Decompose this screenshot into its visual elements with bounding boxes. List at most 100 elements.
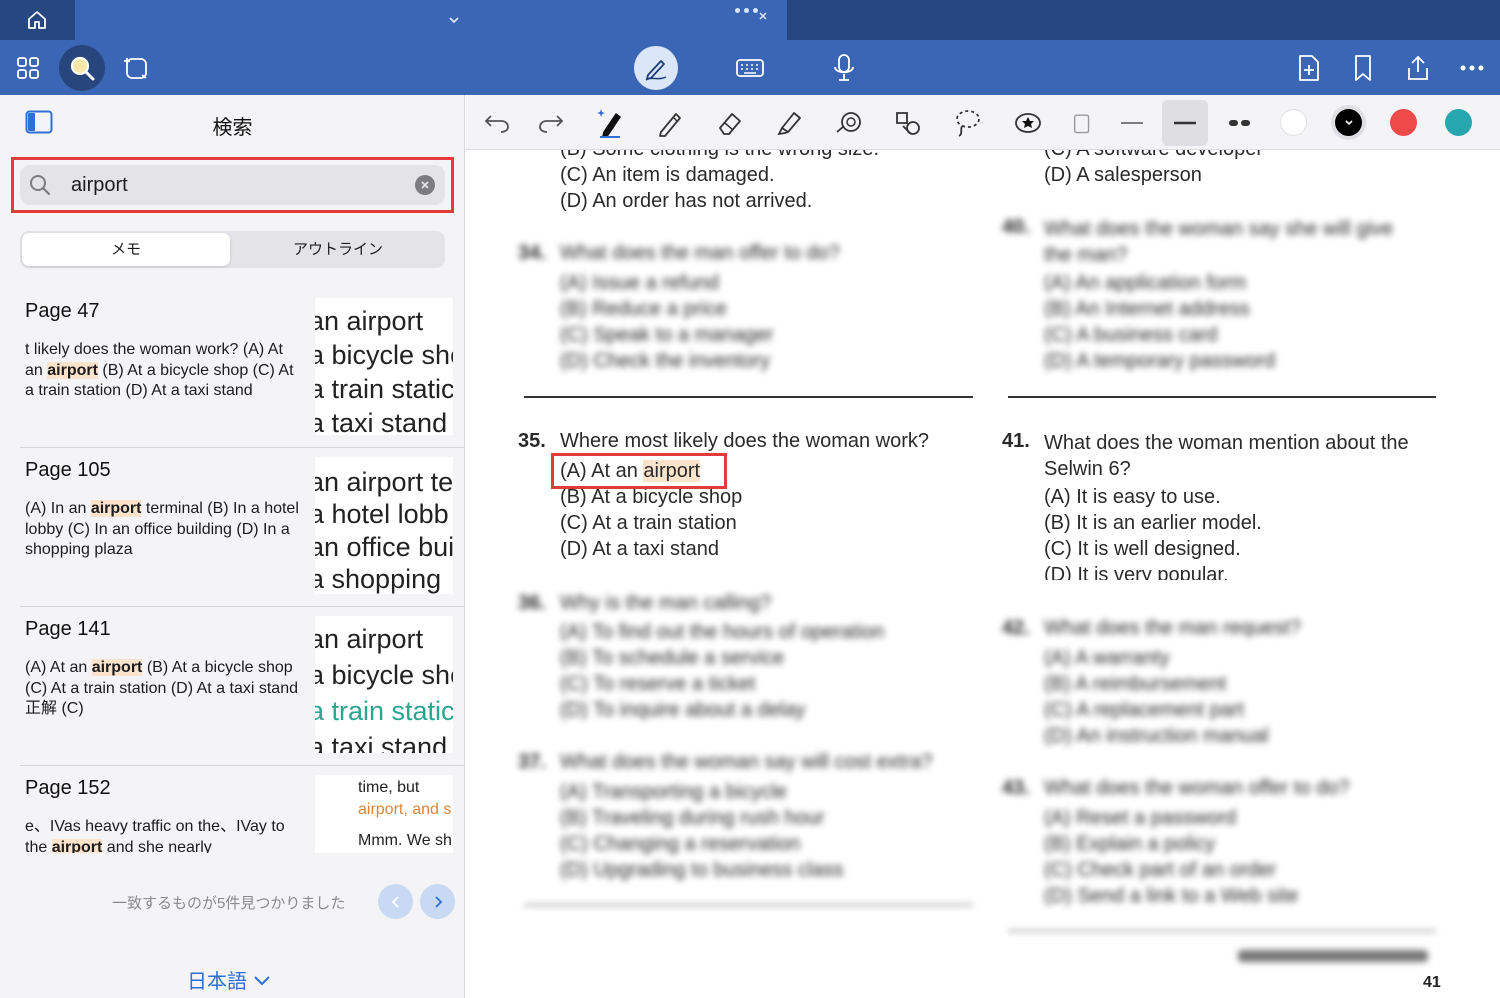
- next-result-button[interactable]: [420, 884, 455, 919]
- thumb-line: a shopping: [315, 564, 442, 594]
- microphone-button[interactable]: [821, 45, 867, 91]
- chevron-down-icon[interactable]: [447, 13, 461, 27]
- search-result-item[interactable]: Page 141 (A) At an airport (B) At a bicy…: [0, 606, 465, 765]
- undo-button[interactable]: [477, 103, 517, 143]
- match-highlight: airport: [47, 361, 98, 379]
- filter-segmented-control: メモ アウトライン: [20, 231, 445, 268]
- bookmark-icon: [1355, 55, 1371, 81]
- match-highlight: airport: [91, 659, 143, 676]
- search-result-item[interactable]: Page 152 e、IVas heavy traffic on the、IVa…: [0, 765, 465, 853]
- pen-mode-icon: [645, 60, 667, 81]
- segment-outline[interactable]: アウトライン: [234, 233, 442, 266]
- language-label: 日本語: [187, 971, 247, 993]
- thumb-line: a train static: [315, 696, 453, 726]
- thumb-line: a bicycle sho: [315, 660, 453, 690]
- answer-option: (C) A software developer: [1044, 150, 1263, 161]
- result-thumbnail: an airport te a hotel lobb an office bui…: [315, 457, 453, 594]
- search-input[interactable]: [71, 172, 401, 198]
- search-sidebar: 検索 メモ アウトライン Page 47 t likely does the w…: [0, 95, 465, 998]
- search-icon: [30, 175, 51, 196]
- answer-option: (B) Some clothing is the wrong size.: [560, 150, 879, 161]
- highlighter-tool[interactable]: [769, 103, 809, 143]
- result-page-label: Page 152: [25, 777, 111, 799]
- search-result-item[interactable]: Page 105 (A) In an airport terminal (B) …: [0, 447, 465, 606]
- share-icon: [1408, 55, 1428, 80]
- color-white-swatch[interactable]: [1280, 109, 1307, 136]
- redo-icon: [539, 115, 564, 133]
- microphone-icon: [834, 54, 854, 81]
- pencil-tool[interactable]: [650, 103, 690, 143]
- thumb-line: airport, and s: [358, 801, 452, 818]
- previous-result-button[interactable]: [378, 884, 413, 919]
- chevron-down-icon: [1344, 119, 1353, 125]
- footer-mark: [1238, 950, 1428, 962]
- document-tab[interactable]: [75, 0, 787, 40]
- result-page-label: Page 105: [25, 459, 111, 481]
- answer-option: (B) At a bicycle shop: [560, 486, 743, 508]
- color-red-swatch[interactable]: [1390, 109, 1417, 136]
- medium-line-icon: [1174, 121, 1196, 125]
- thumb-line: a bicycle sho: [315, 340, 453, 370]
- add-page-icon: [1299, 55, 1319, 81]
- search-icon: [70, 56, 95, 81]
- redo-button[interactable]: [531, 103, 571, 143]
- page-number: 41: [1423, 974, 1441, 991]
- keyboard-icon: [736, 59, 764, 77]
- question-text: What does the woman mention about the Se…: [1044, 432, 1409, 480]
- lasso-select-button[interactable]: [113, 45, 159, 91]
- document-page[interactable]: (B) Some clothing is the wrong size. (C)…: [466, 150, 1500, 998]
- pen-mode-button[interactable]: [634, 46, 678, 90]
- stroke-thin-option[interactable]: [1110, 103, 1154, 143]
- search-results-list: Page 47 t likely does the woman work? (A…: [0, 288, 465, 853]
- close-icon: [421, 181, 429, 189]
- answer-option: (D) A salesperson: [1044, 164, 1202, 186]
- match-highlight: airport: [51, 838, 103, 853]
- result-page-label: Page 47: [25, 300, 100, 322]
- lasso-tool[interactable]: [948, 103, 988, 143]
- color-teal-swatch[interactable]: [1445, 109, 1472, 136]
- thumb-line: a taxi stand: [315, 732, 448, 753]
- ai-pen-tool[interactable]: [590, 103, 630, 143]
- clear-search-button[interactable]: [415, 175, 435, 195]
- undo-icon: [484, 115, 509, 133]
- thumb-line: an airport: [315, 624, 424, 654]
- stroke-dots-option[interactable]: [1218, 103, 1262, 143]
- pencil-icon: [659, 113, 681, 137]
- search-result-item[interactable]: Page 47 t likely does the woman work? (A…: [0, 288, 465, 447]
- share-button[interactable]: [1395, 45, 1441, 91]
- elements-tool[interactable]: [888, 103, 928, 143]
- bookmark-button[interactable]: [1340, 45, 1386, 91]
- tab-menu-icon[interactable]: [735, 8, 758, 13]
- segment-memo[interactable]: メモ: [22, 233, 230, 266]
- lasso-select-icon: [124, 58, 147, 79]
- more-button[interactable]: [1449, 45, 1495, 91]
- result-snippet: e、IVas heavy traffic on the、IVay to the …: [25, 817, 305, 853]
- sticker-icon: [1015, 113, 1041, 133]
- answer-option: (B) It is an earlier model.: [1044, 512, 1262, 534]
- search-field[interactable]: [20, 165, 445, 205]
- keyboard-button[interactable]: [727, 45, 773, 91]
- chevron-right-icon: [434, 895, 442, 908]
- home-button[interactable]: [20, 6, 54, 34]
- search-button[interactable]: [59, 45, 105, 91]
- result-thumbnail: an airport a bicycle sho a train static …: [315, 298, 453, 435]
- match-count-label: 一致するものが5件見つかりました: [112, 895, 346, 912]
- clipboard-tool[interactable]: [1066, 103, 1092, 143]
- sticker-tool[interactable]: [1008, 103, 1048, 143]
- grid-view-button[interactable]: [5, 45, 51, 91]
- main-toolbar: [0, 40, 1500, 95]
- thumb-line: a taxi stand: [315, 408, 448, 435]
- thin-line-icon: [1121, 122, 1143, 124]
- stroke-medium-option[interactable]: [1162, 100, 1208, 146]
- add-page-button[interactable]: [1286, 45, 1332, 91]
- color-black-swatch[interactable]: [1335, 109, 1362, 136]
- elements-icon: [896, 112, 920, 135]
- close-icon[interactable]: [758, 11, 768, 21]
- thumb-line: an airport: [315, 306, 424, 336]
- tab-bar: [0, 0, 1500, 40]
- language-selector[interactable]: 日本語: [187, 965, 271, 994]
- match-highlight: airport: [90, 500, 142, 517]
- eraser-tool[interactable]: [710, 103, 750, 143]
- shape-tool[interactable]: [829, 103, 869, 143]
- search-match-frame: [551, 453, 727, 489]
